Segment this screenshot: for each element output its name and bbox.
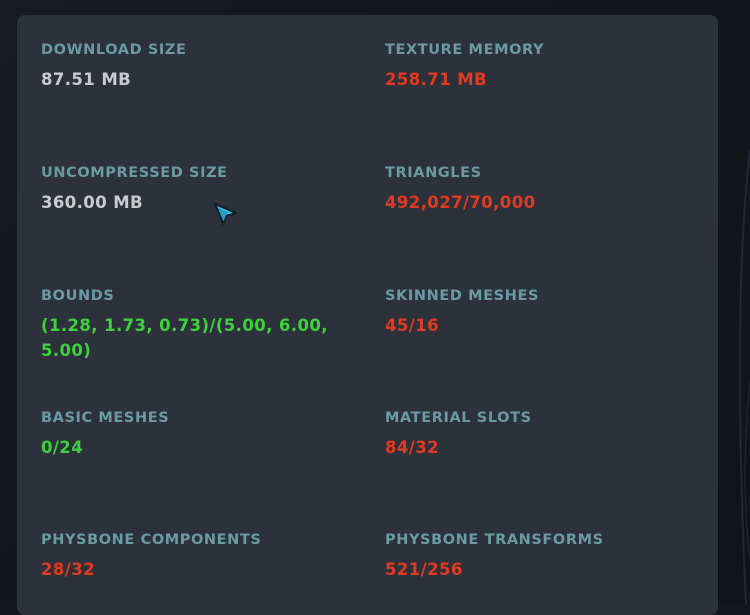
stat-value: 360.00 MB xyxy=(41,193,144,212)
stat-texture-memory: TEXTURE MEMORY 258.71 MB xyxy=(385,41,685,92)
stat-material-slots: MATERIAL SLOTS 84/32 xyxy=(385,409,685,460)
stat-physbone-components: PHYSBONE COMPONENTS 28/32 xyxy=(41,531,341,582)
pointer-arrow-icon xyxy=(214,203,237,225)
stat-value: 84/32 xyxy=(385,438,439,457)
stat-basic-meshes: BASIC MESHES 0/24 xyxy=(41,409,341,460)
stat-physbone-transforms: PHYSBONE TRANSFORMS 521/256 xyxy=(385,531,685,582)
stat-bounds: BOUNDS (1.28, 1.73, 0.73)/(5.00, 6.00, 5… xyxy=(41,287,341,363)
stat-label: DOWNLOAD SIZE xyxy=(41,42,187,58)
stat-value: 258.71 MB xyxy=(385,70,488,89)
stat-label: BOUNDS xyxy=(41,288,115,304)
stat-triangles: TRIANGLES 492,027/70,000 xyxy=(385,164,685,215)
stat-value: (1.28, 1.73, 0.73)/(5.00, 6.00, 5.00) xyxy=(41,316,328,360)
stat-label: BASIC MESHES xyxy=(41,410,170,426)
stat-uncompressed-size: UNCOMPRESSED SIZE 360.00 MB xyxy=(41,164,341,215)
stat-value: 87.51 MB xyxy=(41,70,132,89)
stat-value: 0/24 xyxy=(41,438,84,457)
stat-label: MATERIAL SLOTS xyxy=(385,410,532,426)
stat-value: 45/16 xyxy=(385,316,439,335)
stat-value: 492,027/70,000 xyxy=(385,193,536,212)
stat-value: 521/256 xyxy=(385,560,463,579)
stat-skinned-meshes: SKINNED MESHES 45/16 xyxy=(385,287,685,338)
stat-download-size: DOWNLOAD SIZE 87.51 MB xyxy=(41,41,341,92)
stat-label: TRIANGLES xyxy=(385,165,482,181)
stat-value: 28/32 xyxy=(41,560,95,579)
stat-label: PHYSBONE TRANSFORMS xyxy=(385,532,604,548)
stat-label: TEXTURE MEMORY xyxy=(385,42,545,58)
stat-label: SKINNED MESHES xyxy=(385,288,539,304)
performance-stats-panel: DOWNLOAD SIZE 87.51 MB TEXTURE MEMORY 25… xyxy=(17,15,718,615)
stat-label: UNCOMPRESSED SIZE xyxy=(41,165,228,181)
stat-label: PHYSBONE COMPONENTS xyxy=(41,532,262,548)
